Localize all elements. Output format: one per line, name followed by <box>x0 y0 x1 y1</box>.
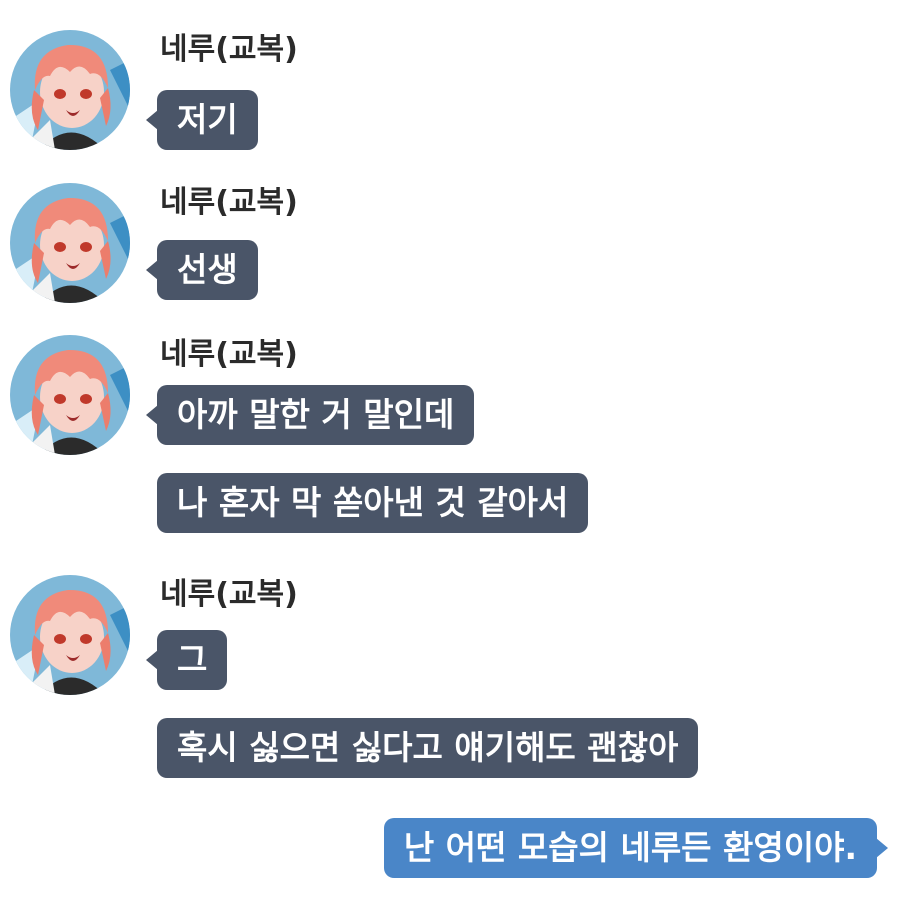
sender-name: 네루(교복) <box>160 185 298 220</box>
avatar[interactable] <box>10 335 130 455</box>
message-bubble[interactable]: 혹시 싫으면 싫다고 얘기해도 괜찮아 <box>157 718 699 778</box>
sender-name: 네루(교복) <box>160 32 298 67</box>
message-bubble[interactable]: 아까 말한 거 말인데 <box>145 385 475 445</box>
avatar[interactable] <box>10 183 130 303</box>
avatar[interactable] <box>10 575 130 695</box>
avatar-portrait-icon <box>10 575 130 695</box>
avatar-portrait-icon <box>10 30 130 150</box>
chat-transcript: 네루(교복) 저기 네루(교복) 선생 네루(교복) 아까 말한 거 말인데 나… <box>0 0 897 902</box>
outgoing-message-bubble[interactable]: 난 어떤 모습의 네루든 환영이야. <box>383 818 889 878</box>
avatar[interactable] <box>10 30 130 150</box>
sender-name: 네루(교복) <box>160 337 298 372</box>
avatar-portrait-icon <box>10 183 130 303</box>
message-bubble[interactable]: 나 혼자 막 쏟아낸 것 같아서 <box>157 473 589 533</box>
message-bubble[interactable]: 그 <box>145 630 228 690</box>
message-bubble[interactable]: 선생 <box>146 240 258 300</box>
message-bubble[interactable]: 저기 <box>146 90 258 150</box>
sender-name: 네루(교복) <box>160 577 298 612</box>
avatar-portrait-icon <box>10 335 130 455</box>
